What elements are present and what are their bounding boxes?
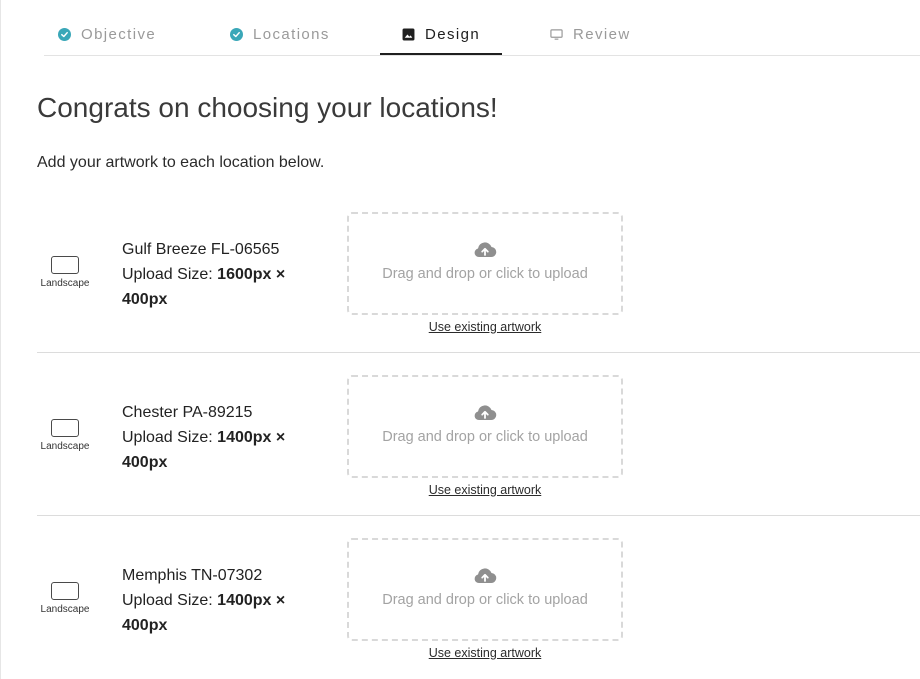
upload-size-label: Upload Size: xyxy=(122,429,213,446)
dropzone-text: Drag and drop or click to upload xyxy=(382,266,588,282)
cloud-upload-icon xyxy=(473,403,497,423)
location-row: Landscape Chester PA-89215 Upload Size: … xyxy=(37,353,920,516)
page-subtitle: Add your artwork to each location below. xyxy=(37,154,325,171)
orientation-label: Landscape xyxy=(40,604,90,615)
step-label: Design xyxy=(425,25,481,43)
check-circle-icon xyxy=(58,27,71,41)
location-row: Landscape Gulf Breeze FL-06565 Upload Si… xyxy=(37,190,920,353)
dropzone-text: Drag and drop or click to upload xyxy=(382,592,588,608)
dropzone-text: Drag and drop or click to upload xyxy=(382,429,588,445)
monitor-icon xyxy=(550,28,563,41)
step-label: Locations xyxy=(253,25,330,43)
orientation-indicator: Landscape xyxy=(37,419,93,452)
image-icon xyxy=(402,28,415,41)
step-locations[interactable]: Locations xyxy=(230,12,330,56)
page-title: Congrats on choosing your locations! xyxy=(37,92,498,123)
orientation-label: Landscape xyxy=(40,441,90,452)
orientation-indicator: Landscape xyxy=(37,256,93,289)
use-existing-artwork-link[interactable]: Use existing artwork xyxy=(347,483,623,497)
active-step-indicator xyxy=(380,53,502,55)
use-existing-artwork-link[interactable]: Use existing artwork xyxy=(347,646,623,660)
check-circle-icon xyxy=(230,27,243,41)
upload-size-label: Upload Size: xyxy=(122,266,213,283)
upload-size: Upload Size: 1600px × 400px xyxy=(122,262,322,312)
location-name: Gulf Breeze FL-06565 xyxy=(122,241,280,258)
location-info: Chester PA-89215 Upload Size: 1400px × 4… xyxy=(122,400,322,475)
location-name: Memphis TN-07302 xyxy=(122,567,263,584)
step-objective[interactable]: Objective xyxy=(58,12,156,56)
frame-border xyxy=(0,0,1,679)
upload-dropzone[interactable]: Drag and drop or click to upload xyxy=(347,538,623,641)
landscape-icon xyxy=(51,582,79,600)
orientation-label: Landscape xyxy=(40,278,90,289)
cloud-upload-icon xyxy=(473,240,497,260)
landscape-icon xyxy=(51,419,79,437)
upload-dropzone[interactable]: Drag and drop or click to upload xyxy=(347,375,623,478)
step-review[interactable]: Review xyxy=(550,12,631,56)
location-name: Chester PA-89215 xyxy=(122,404,253,421)
landscape-icon xyxy=(51,256,79,274)
upload-size: Upload Size: 1400px × 400px xyxy=(122,425,322,475)
orientation-indicator: Landscape xyxy=(37,582,93,615)
step-label: Objective xyxy=(81,25,157,43)
upload-size: Upload Size: 1400px × 400px xyxy=(122,588,322,638)
location-row: Landscape Memphis TN-07302 Upload Size: … xyxy=(37,516,920,679)
upload-dropzone[interactable]: Drag and drop or click to upload xyxy=(347,212,623,315)
upload-size-label: Upload Size: xyxy=(122,592,213,609)
progress-stepper: Objective Locations Design Review xyxy=(44,12,920,56)
cloud-upload-icon xyxy=(473,566,497,586)
location-info: Memphis TN-07302 Upload Size: 1400px × 4… xyxy=(122,563,322,638)
use-existing-artwork-link[interactable]: Use existing artwork xyxy=(347,320,623,334)
step-label: Review xyxy=(573,25,631,43)
step-design[interactable]: Design xyxy=(402,12,480,56)
location-info: Gulf Breeze FL-06565 Upload Size: 1600px… xyxy=(122,237,322,312)
